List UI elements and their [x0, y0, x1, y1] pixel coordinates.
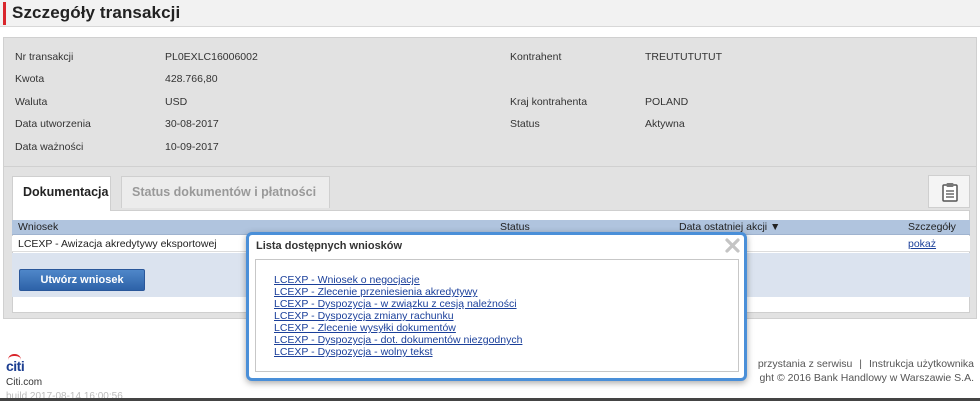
user-manual-link[interactable]: Instrukcja użytkownika [869, 358, 974, 370]
transaction-no-value: PL0EXLC16006002 [165, 51, 258, 63]
terms-link[interactable]: przystania z serwisu [758, 358, 853, 370]
counterparty-label: Kontrahent [510, 51, 562, 63]
request-link-transfer[interactable]: LCEXP - Zlecenie przeniesienia akredytyw… [274, 286, 477, 298]
country-label: Kraj kontrahenta [510, 96, 588, 108]
clipboard-icon [942, 183, 958, 202]
currency-value: USD [165, 96, 188, 108]
dialog-body: LCEXP - Wniosek o negocjacje LCEXP - Zle… [255, 259, 739, 372]
counterparty-value: TREUTUTUTUT [645, 51, 722, 63]
amount-value: 428.766,80 [165, 73, 218, 85]
expiry-date-label: Data ważności [15, 141, 84, 153]
clipboard-button[interactable] [928, 175, 970, 208]
dialog-title: Lista dostępnych wniosków [256, 240, 403, 252]
request-link-negotiation[interactable]: LCEXP - Wniosek o negocjacje [274, 274, 420, 286]
page-title: Szczegóły transakcji [12, 3, 181, 22]
amount-label: Kwota [15, 73, 45, 85]
request-link-dispatch[interactable]: LCEXP - Zlecenie wysyłki dokumentów [274, 322, 456, 334]
created-date-value: 30-08-2017 [165, 118, 219, 130]
request-link-discrepancies[interactable]: LCEXP - Dyspozycja - dot. dokumentów nie… [274, 334, 522, 346]
citi-logo-text: citi [6, 358, 25, 374]
available-requests-dialog: Lista dostępnych wniosków LCEXP - Wniose… [246, 232, 747, 381]
status-label: Status [510, 118, 540, 130]
expiry-date-value: 10-09-2017 [165, 141, 219, 153]
created-date-label: Data utworzenia [15, 118, 91, 130]
column-details: Szczegóły [908, 221, 956, 233]
show-details-link[interactable]: pokaż [908, 238, 936, 250]
close-icon[interactable] [724, 237, 741, 254]
country-value: POLAND [645, 96, 689, 108]
copyright: ght © 2016 Bank Handlowy w Warszawie S.A… [759, 372, 974, 384]
transaction-details-panel: Nr transakcji PL0EXLC16006002 Kwota 428.… [3, 37, 977, 167]
request-link-account-change[interactable]: LCEXP - Dyspozycja zmiany rachunku [274, 310, 454, 322]
citi-logo[interactable]: citi [6, 354, 25, 374]
create-request-button[interactable]: Utwórz wniosek [19, 269, 145, 291]
request-link-assignment[interactable]: LCEXP - Dyspozycja - w związku z cesją n… [274, 298, 517, 310]
footer-separator: | [859, 358, 863, 370]
header-accent-bar [3, 2, 6, 25]
column-wniosek: Wniosek [18, 221, 59, 233]
request-link-free-text[interactable]: LCEXP - Dyspozycja - wolny tekst [274, 346, 433, 358]
citi-site-label: Citi.com [6, 377, 43, 388]
tab-status-dokumentow[interactable]: Status dokumentów i płatności [121, 176, 330, 208]
page-header: Szczegóły transakcji [0, 0, 980, 27]
footer-links: przystania z serwisu | Instrukcja użytko… [758, 358, 974, 370]
currency-label: Waluta [15, 96, 48, 108]
citi-logo-arc [8, 354, 21, 360]
row-request-name: LCEXP - Awizacja akredytywy eksportowej [18, 238, 217, 250]
tab-dokumentacja[interactable]: Dokumentacja [12, 176, 111, 211]
status-value: Aktywna [645, 118, 685, 130]
transaction-no-label: Nr transakcji [15, 51, 74, 63]
